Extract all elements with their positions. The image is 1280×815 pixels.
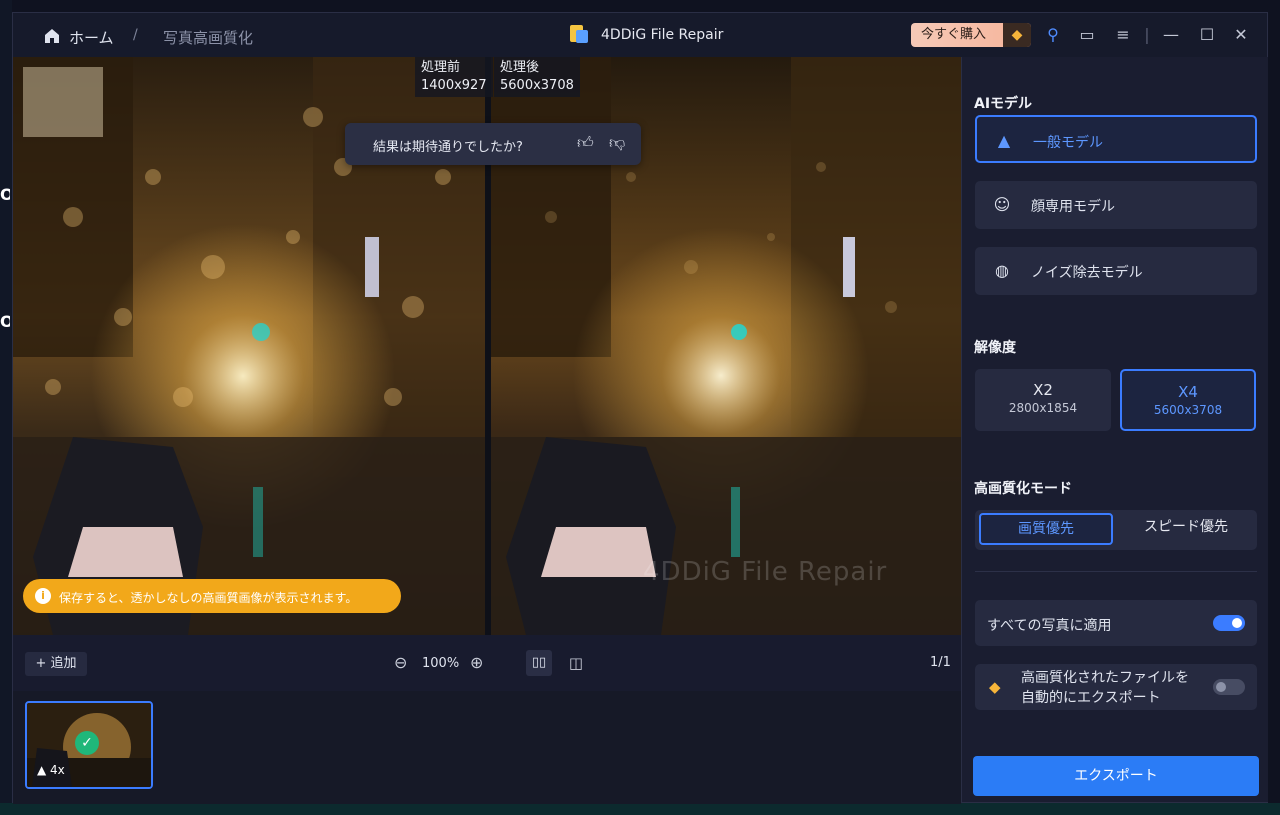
model-general-button[interactable]: ▲ 一般モデル xyxy=(975,115,1257,163)
maximize-icon[interactable]: ☐ xyxy=(1197,25,1217,45)
thumbnail-scale-label: 4x xyxy=(50,763,65,777)
thumbnail-strip: ✓ ▲ 4x xyxy=(13,691,961,804)
feedback-question: 結果は期待通りでしたか? xyxy=(373,140,523,155)
slider-view-icon[interactable]: ◫ xyxy=(563,650,589,676)
auto-export-option: ◆ 高画質化されたファイルを 自動的にエクスポート xyxy=(975,664,1257,710)
enhance-mode-switch: 画質優先 スピード優先 xyxy=(975,510,1257,550)
apply-all-label: すべての写真に適用 xyxy=(987,618,1112,634)
title-bar: ホーム / 写真高画質化 4DDiG File Repair 今すぐ購入 ◆ ⚲… xyxy=(13,13,1267,57)
menu-icon[interactable]: ≡ xyxy=(1113,25,1133,45)
page-counter: 1/1 xyxy=(930,655,951,670)
close-icon[interactable]: ✕ xyxy=(1231,25,1251,45)
thumbnail-item[interactable]: ✓ ▲ 4x xyxy=(25,701,153,789)
export-button[interactable]: エクスポート xyxy=(973,756,1259,796)
add-label: 追加 xyxy=(50,656,77,671)
buy-now-button[interactable]: 今すぐ購入 ◆ xyxy=(911,23,1031,47)
before-size-tag: 処理前 1400x927 xyxy=(415,57,493,97)
feedback-popup: 結果は期待通りでしたか? 👍︎ 👎︎ xyxy=(345,123,641,165)
diamond-icon: ◆ xyxy=(989,678,1001,696)
model-face-button[interactable]: ☺ 顔専用モデル xyxy=(975,181,1257,229)
panel-divider xyxy=(975,571,1257,572)
resolution-x4-button[interactable]: X4 5600x3708 xyxy=(1120,369,1256,431)
save-notice-banner: i 保存すると、透かしなしの高画質画像が表示されます。 xyxy=(23,579,401,613)
thumbnail-scale: ▲ 4x xyxy=(37,763,65,777)
auto-export-line1: 高画質化されたファイルを xyxy=(1021,670,1189,686)
resolution-x4-size: 5600x3708 xyxy=(1153,403,1223,417)
enhance-mode-title: 高画質化モード xyxy=(974,481,1072,497)
app-title: 4DDiG File Repair xyxy=(601,27,724,43)
before-size: 1400x927 xyxy=(421,78,487,93)
breadcrumb-separator: / xyxy=(133,27,138,43)
after-label: 処理後 xyxy=(500,60,540,75)
auto-export-label: 高画質化されたファイルを 自動的にエクスポート xyxy=(1021,668,1189,708)
thumbs-down-icon[interactable]: 👎︎ xyxy=(609,133,625,153)
info-icon: i xyxy=(35,588,51,604)
split-view-icon[interactable]: ▯▯ xyxy=(526,650,552,676)
apply-all-toggle[interactable] xyxy=(1213,615,1245,631)
speed-priority-button[interactable]: スピード優先 xyxy=(1119,513,1253,545)
after-size-tag: 処理後 5600x3708 xyxy=(494,57,580,97)
key-icon[interactable]: ⚲ xyxy=(1043,25,1063,45)
zoom-in-icon[interactable]: ⊕ xyxy=(470,653,483,672)
desktop-background: O O xyxy=(0,0,12,815)
buy-now-label: 今すぐ購入 xyxy=(921,27,987,42)
desktop-background-bottom xyxy=(0,803,1280,815)
face-icon: ☺ xyxy=(993,195,1011,214)
breadcrumb-current: 写真高画質化 xyxy=(163,29,254,47)
watermark: 4DDiG File Repair xyxy=(643,557,888,587)
thumbs-up-icon[interactable]: 👍︎ xyxy=(577,133,594,153)
auto-export-toggle[interactable] xyxy=(1213,679,1245,695)
feedback-icon[interactable]: ▭ xyxy=(1077,25,1097,45)
model-noise-label: ノイズ除去モデル xyxy=(1031,265,1143,281)
minimize-icon[interactable]: — xyxy=(1161,25,1181,45)
quality-priority-button[interactable]: 画質優先 xyxy=(979,513,1113,545)
viewer-toolbar: + 追加 ⊖ 100% ⊕ ▯▯ ◫ 1/1 xyxy=(13,635,961,692)
resolution-x2-button[interactable]: X2 2800x1854 xyxy=(975,369,1111,431)
model-face-label: 顔専用モデル xyxy=(1031,199,1115,215)
landscape-small-icon: ▲ xyxy=(37,763,51,777)
diamond-icon: ◆ xyxy=(1003,23,1031,47)
landscape-icon: ▲ xyxy=(997,131,1011,150)
app-window: ホーム / 写真高画質化 4DDiG File Repair 今すぐ購入 ◆ ⚲… xyxy=(12,12,1268,804)
plus-icon: + xyxy=(35,656,51,671)
ai-model-title: AIモデル xyxy=(974,96,1033,112)
check-icon: ✓ xyxy=(75,731,99,755)
breadcrumb-home[interactable]: ホーム xyxy=(69,27,114,48)
resolution-title: 解像度 xyxy=(974,340,1016,356)
resolution-x2-label: X2 xyxy=(1033,381,1053,399)
resolution-x4-label: X4 xyxy=(1178,383,1198,401)
noise-icon: ◍ xyxy=(995,261,1009,280)
image-compare-viewer[interactable]: 処理前 1400x927 処理後 5600x3708 結果は期待通りでしたか? … xyxy=(13,57,961,635)
after-size: 5600x3708 xyxy=(500,78,574,93)
titlebar-divider: | xyxy=(1144,25,1150,44)
app-logo-icon xyxy=(570,25,588,43)
add-button[interactable]: + 追加 xyxy=(25,652,87,676)
apply-all-option: すべての写真に適用 xyxy=(975,600,1257,646)
before-label: 処理前 xyxy=(421,60,461,75)
save-notice-text: 保存すると、透かしなしの高画質画像が表示されます。 xyxy=(59,591,358,605)
settings-panel: AIモデル ▲ 一般モデル ☺ 顔専用モデル ◍ ノイズ除去モデル 解像度 X2… xyxy=(961,57,1268,802)
model-noise-button[interactable]: ◍ ノイズ除去モデル xyxy=(975,247,1257,295)
auto-export-line2: 自動的にエクスポート xyxy=(1021,690,1161,706)
home-icon[interactable] xyxy=(43,27,61,45)
zoom-level: 100% xyxy=(422,656,460,671)
zoom-out-icon[interactable]: ⊖ xyxy=(394,653,407,672)
model-general-label: 一般モデル xyxy=(1033,135,1103,151)
resolution-x2-size: 2800x1854 xyxy=(1008,401,1078,415)
